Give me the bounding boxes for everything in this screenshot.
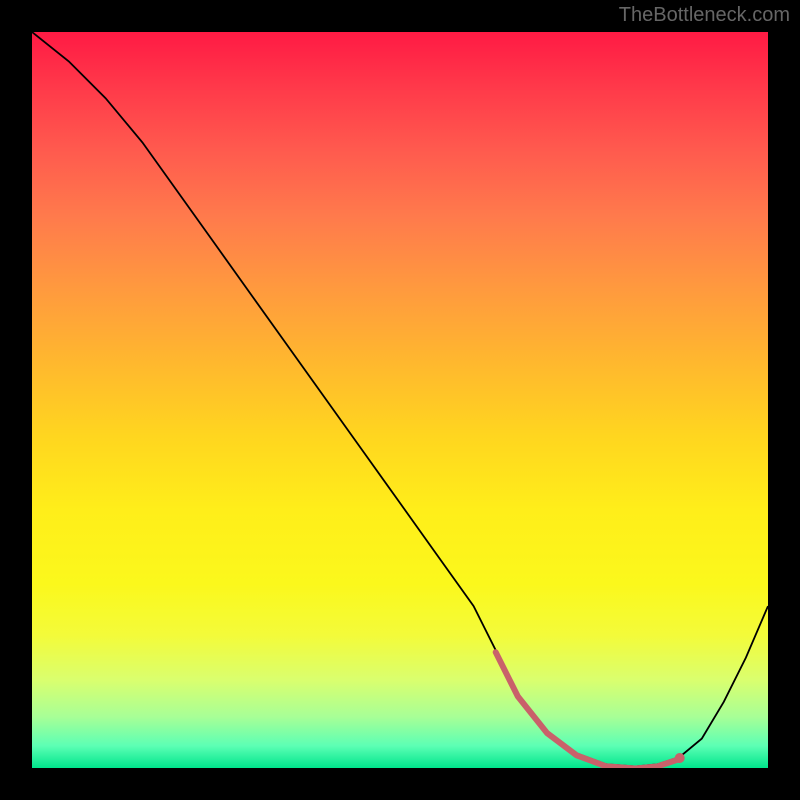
watermark-text: TheBottleneck.com <box>619 4 790 27</box>
optimal-marker-dot <box>675 753 685 763</box>
bottleneck-curve <box>32 32 768 767</box>
chart-plot-area <box>32 32 768 768</box>
chart-svg <box>32 32 768 768</box>
optimal-range-marker <box>496 652 680 768</box>
